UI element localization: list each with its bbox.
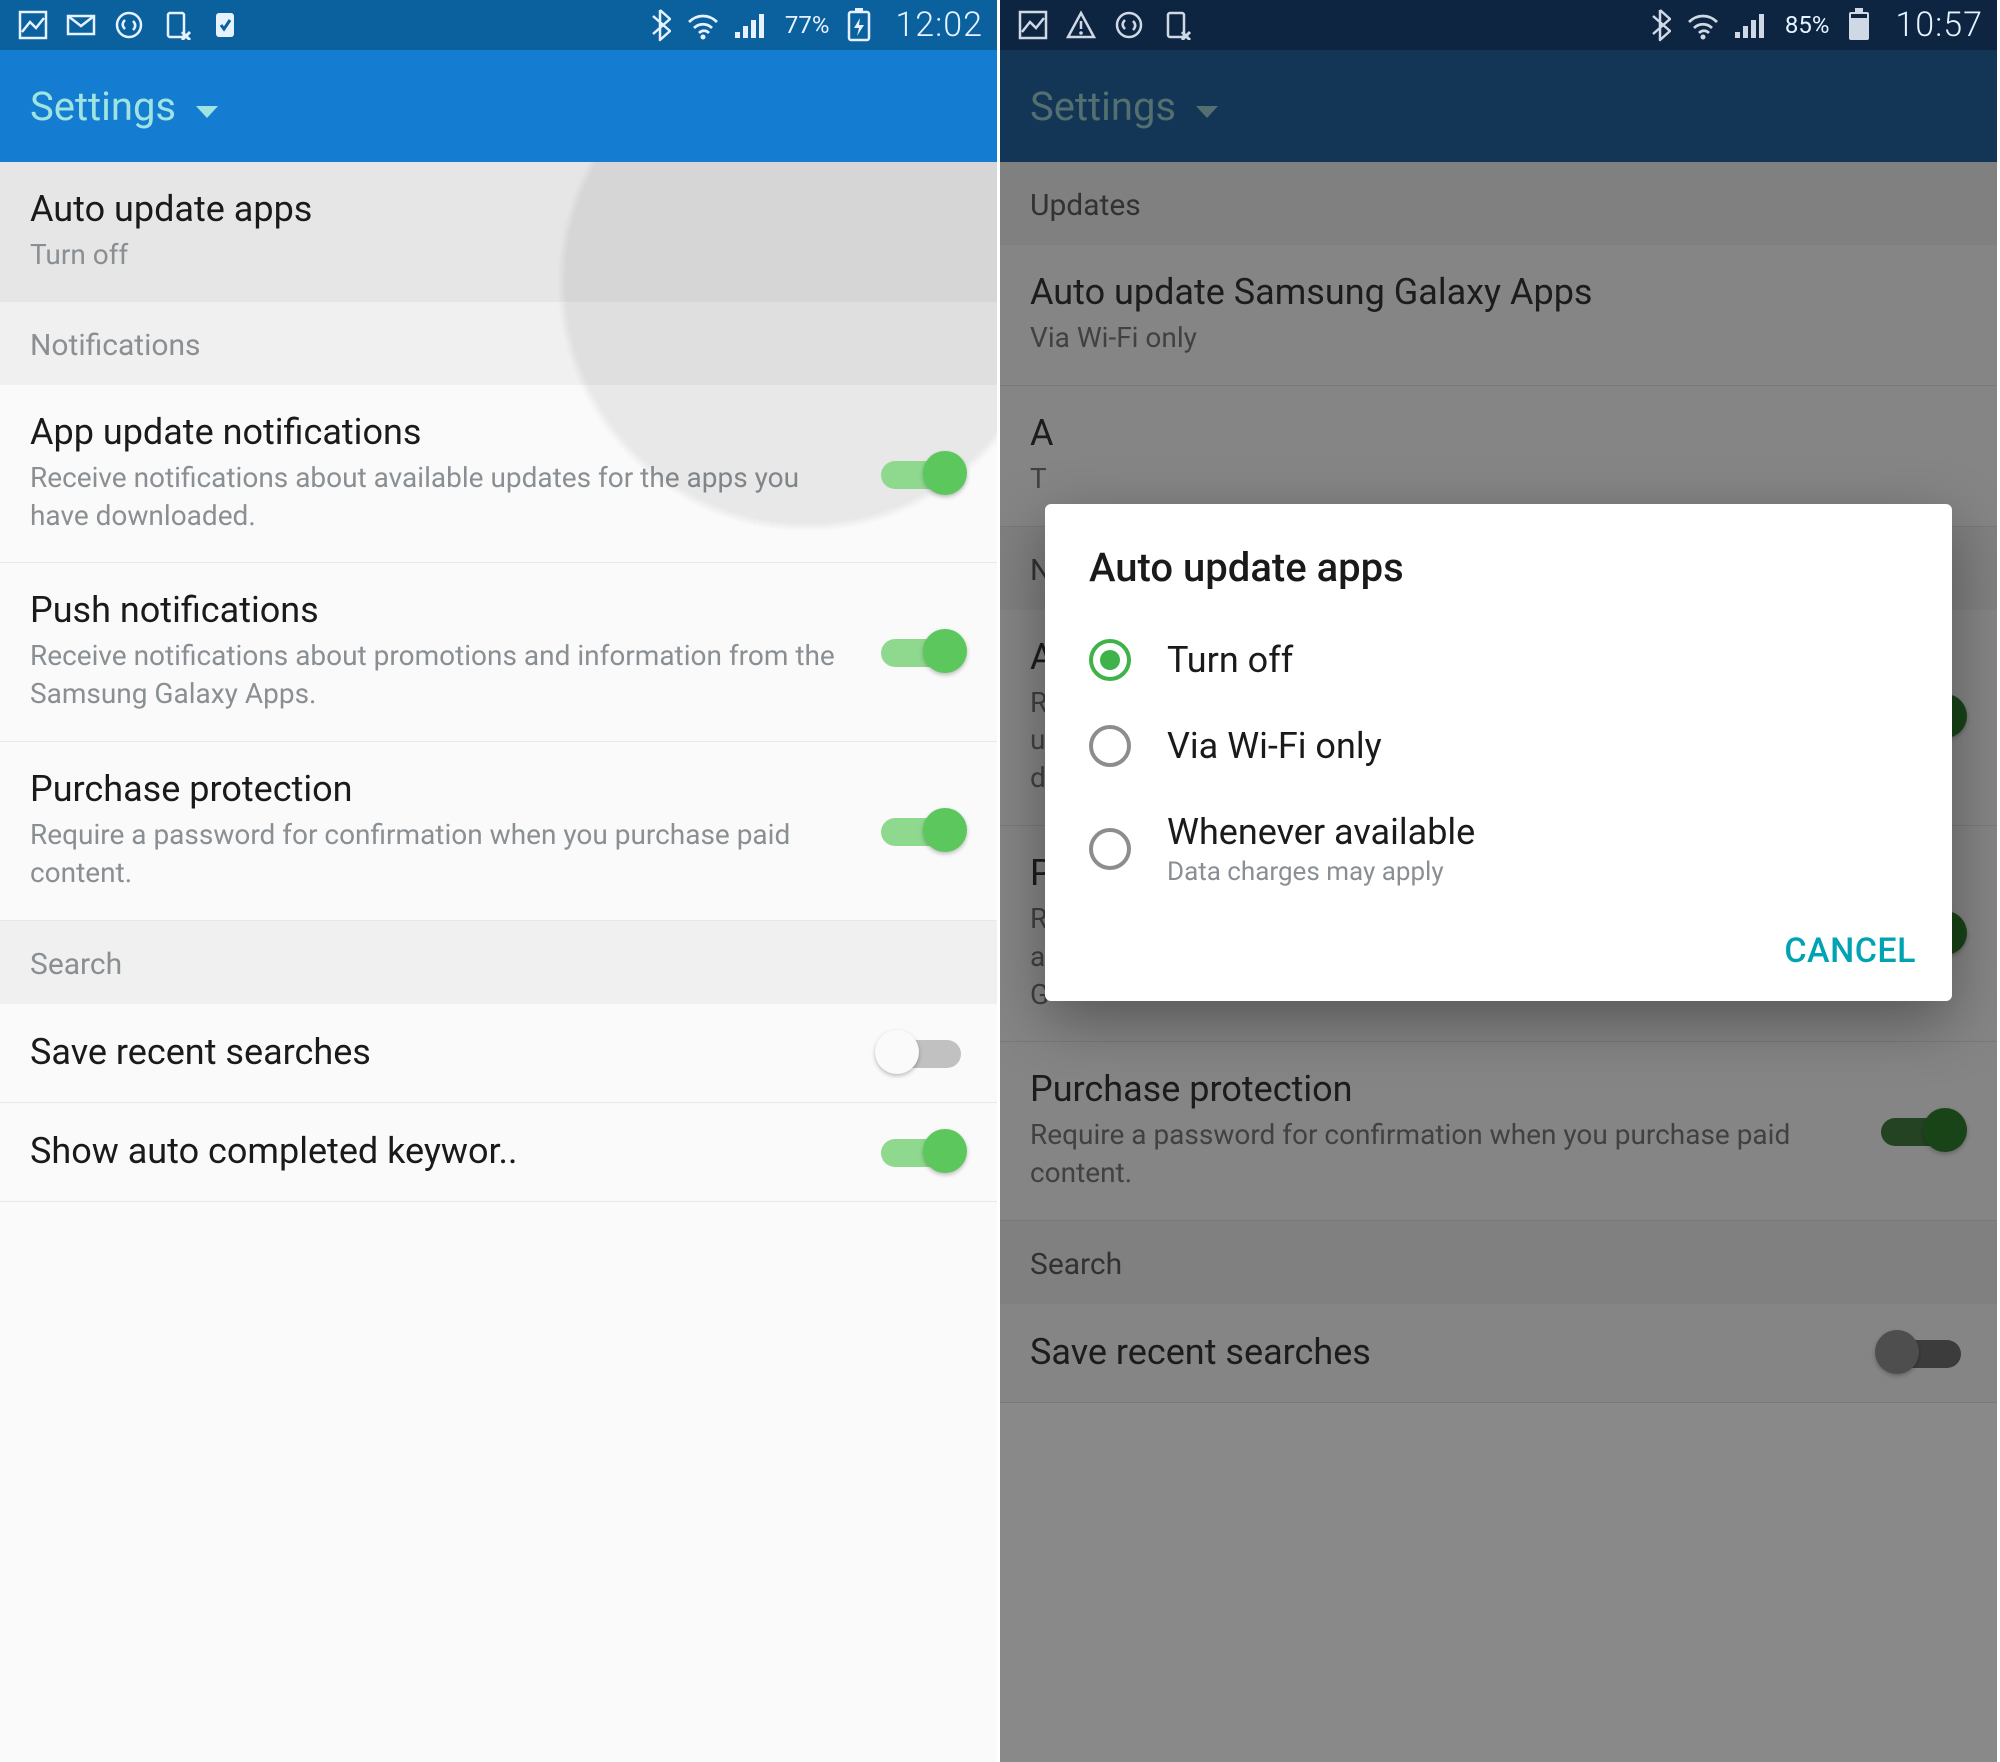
image-icon: [18, 10, 48, 40]
shazam-icon: [1114, 10, 1144, 40]
row-sub: Require a password for confirmation when…: [30, 816, 855, 892]
cell-signal-icon: [1735, 10, 1767, 40]
option-label: Whenever available: [1167, 811, 1475, 853]
clock: 10:57: [1895, 5, 1983, 45]
toggle: [1875, 1108, 1967, 1152]
auto-update-title: Auto update apps: [30, 188, 947, 230]
row-title: App update notifications: [30, 411, 855, 453]
image-icon: [1018, 10, 1048, 40]
appbar-title: Settings: [1030, 83, 1176, 130]
row-title: Show auto completed keywor..: [30, 1130, 855, 1172]
option-whenever-available[interactable]: Whenever available Data charges may appl…: [1045, 789, 1952, 909]
option-turn-off[interactable]: Turn off: [1045, 617, 1952, 703]
option-label: Turn off: [1167, 639, 1293, 681]
status-bar: 77% 12:02: [0, 0, 997, 50]
toggle[interactable]: [875, 451, 967, 495]
toggle[interactable]: [875, 1030, 967, 1074]
settings-list: Auto update apps Turn off Notifications …: [0, 162, 997, 1762]
appbar: Settings: [1000, 50, 1997, 162]
cancel-button[interactable]: CANCEL: [1784, 931, 1916, 971]
auto-update-dialog: Auto update apps Turn off Via Wi-Fi only…: [1045, 504, 1952, 1001]
wifi-icon: [1685, 10, 1721, 40]
wifi-icon: [685, 10, 721, 40]
radio-icon: [1089, 828, 1131, 870]
dialog-title: Auto update apps: [1045, 544, 1952, 617]
battery-charging-icon: [847, 8, 871, 42]
clock: 12:02: [895, 5, 983, 45]
cutoff-row[interactable]: [0, 1202, 997, 1298]
sim-warn-icon: [1162, 10, 1192, 40]
radio-icon: [1089, 725, 1131, 767]
option-sub: Data charges may apply: [1167, 857, 1475, 887]
right-screen: 85% 10:57 Settings Updates Auto update S…: [1000, 0, 2000, 1762]
battery-percent: 77%: [785, 11, 830, 39]
appbar[interactable]: Settings: [0, 50, 997, 162]
purchase-protection-row: Purchase protection Require a password f…: [1000, 1042, 1997, 1221]
sim-warn-icon: [162, 10, 192, 40]
row-sub: Receive notifications about available up…: [30, 459, 855, 535]
row-sub: Receive notifications about promotions a…: [30, 637, 855, 713]
category-notifications: Notifications: [0, 302, 997, 385]
status-bar: 85% 10:57: [1000, 0, 1997, 50]
toggle: [1875, 1330, 1967, 1374]
show-autocomplete-row[interactable]: Show auto completed keywor..: [0, 1103, 997, 1202]
option-label: Via Wi-Fi only: [1167, 725, 1382, 767]
auto-update-row[interactable]: Auto update apps Turn off: [0, 162, 997, 302]
push-notifications-row[interactable]: Push notifications Receive notifications…: [0, 563, 997, 742]
dropdown-icon: [1194, 83, 1220, 130]
auto-update-samsung-row: Auto update Samsung Galaxy Apps Via Wi-F…: [1000, 245, 1997, 386]
cell-signal-icon: [735, 10, 767, 40]
shazam-icon: [114, 10, 144, 40]
option-wifi-only[interactable]: Via Wi-Fi only: [1045, 703, 1952, 789]
dropdown-icon: [194, 83, 220, 130]
category-search: Search: [0, 921, 997, 1004]
battery-icon: [1847, 8, 1871, 42]
toggle[interactable]: [875, 629, 967, 673]
alert-icon: [1066, 10, 1096, 40]
bluetooth-icon: [649, 8, 671, 42]
row-title: Purchase protection: [30, 768, 855, 810]
radio-icon: [1089, 639, 1131, 681]
category-updates: Updates: [1000, 162, 1997, 245]
download-done-icon: [210, 10, 240, 40]
toggle[interactable]: [875, 1129, 967, 1173]
left-screen: 77% 12:02 Settings Auto update apps Turn…: [0, 0, 1000, 1762]
mail-icon: [66, 10, 96, 40]
auto-update-sub: Turn off: [30, 236, 947, 274]
row-title: Push notifications: [30, 589, 855, 631]
toggle[interactable]: [875, 808, 967, 852]
row-title: Save recent searches: [30, 1031, 855, 1073]
appbar-title: Settings: [30, 83, 176, 130]
save-recent-searches-row[interactable]: Save recent searches: [0, 1004, 997, 1103]
purchase-protection-row[interactable]: Purchase protection Require a password f…: [0, 742, 997, 921]
battery-percent: 85%: [1785, 11, 1830, 39]
category-search: Search: [1000, 1221, 1997, 1304]
bluetooth-icon: [1649, 8, 1671, 42]
save-recent-searches-row: Save recent searches: [1000, 1304, 1997, 1403]
app-update-notifications-row[interactable]: App update notifications Receive notific…: [0, 385, 997, 564]
